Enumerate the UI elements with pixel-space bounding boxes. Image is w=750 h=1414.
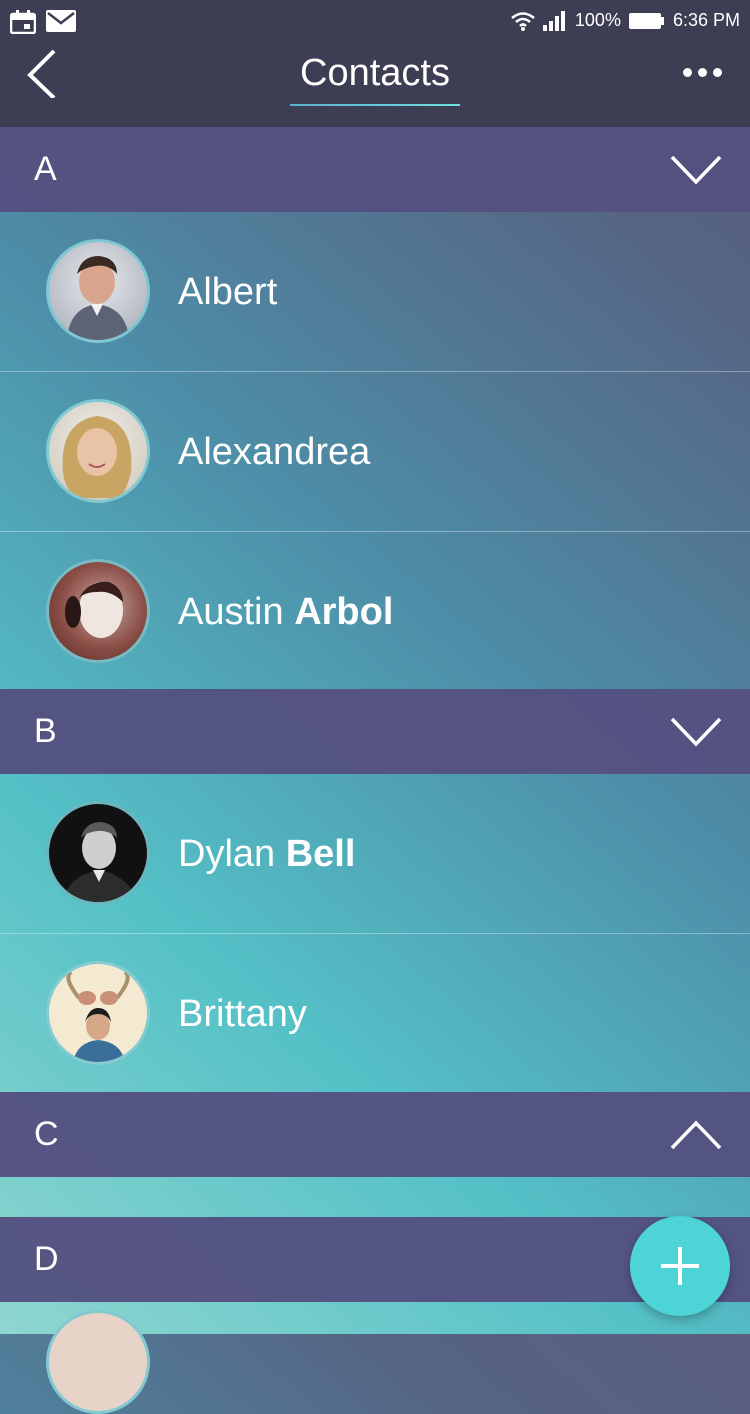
section-letter: A (34, 150, 57, 188)
status-time: 6:36 PM (672, 10, 740, 30)
section-header-a[interactable]: A (0, 127, 750, 212)
top-nav-bar: Contacts (0, 46, 750, 127)
chevron-up-icon[interactable] (670, 1119, 722, 1150)
contact-name: Dylan Bell (178, 833, 356, 875)
avatar (46, 801, 150, 905)
avatar (46, 559, 150, 663)
contact-name: Brittany (178, 993, 307, 1035)
contact-row-brittany[interactable]: Brittany (0, 934, 750, 1093)
mail-icon (46, 10, 76, 32)
avatar (46, 239, 150, 343)
section-letter: D (34, 1240, 59, 1278)
section-letter: C (34, 1115, 59, 1153)
section-header-b[interactable]: B (0, 689, 750, 774)
section-letter: B (34, 712, 57, 750)
status-bar: 100% 6:36 PM (0, 0, 750, 46)
plus-icon (661, 1247, 699, 1285)
contact-row-albert[interactable]: Albert (0, 212, 750, 372)
more-options-button[interactable] (683, 68, 722, 77)
avatar (46, 961, 150, 1065)
avatar (46, 1310, 150, 1414)
calendar-icon (10, 10, 36, 34)
title-underline (290, 104, 460, 106)
contact-row-austin-arbol[interactable]: Austin Arbol (0, 532, 750, 691)
add-contact-button[interactable] (630, 1216, 730, 1316)
chevron-down-icon[interactable] (670, 155, 722, 185)
battery-percent: 100% (574, 10, 621, 30)
section-header-c[interactable]: C (0, 1092, 750, 1177)
chevron-down-icon[interactable] (670, 717, 722, 747)
signal-icon (542, 10, 565, 31)
contact-row-dylan-bell[interactable]: Dylan Bell (0, 774, 750, 934)
contact-name: Albert (178, 271, 278, 313)
avatar (46, 399, 150, 503)
wifi-icon (511, 11, 535, 31)
contact-name: Alexandrea (178, 431, 371, 473)
more-dots-icon (683, 68, 692, 77)
contact-row-alexandrea[interactable]: Alexandrea (0, 372, 750, 532)
page-title: Contacts (300, 52, 450, 94)
contact-name: Austin Arbol (178, 591, 394, 633)
battery-icon (628, 12, 664, 29)
